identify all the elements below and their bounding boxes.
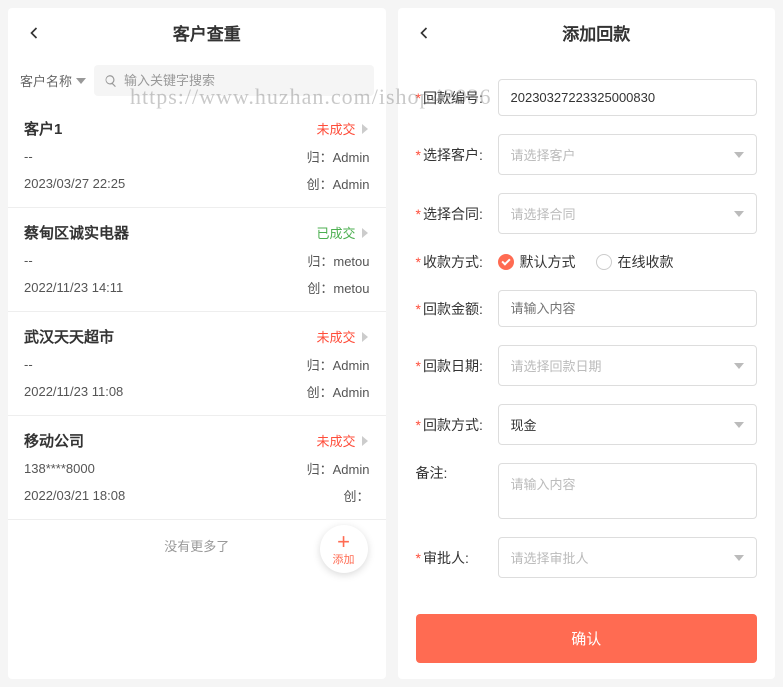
approver-label: 审批人: [416, 548, 488, 568]
customer-dedup-panel: 客户查重 客户名称 客户1 未成交 -- 归：Admin 2023/03/27 22:2… [8, 8, 386, 679]
chevron-down-icon [734, 420, 744, 430]
item-name: 蔡甸区诚实电器 [24, 222, 129, 243]
confirm-button[interactable]: 确认 [416, 614, 758, 663]
payment-number-input[interactable] [498, 79, 758, 116]
item-name: 武汉天天超市 [24, 326, 114, 347]
item-creator: 创： [343, 486, 369, 505]
paymethod-radio-group: 默认方式 在线收款 [498, 252, 758, 272]
add-button[interactable]: + 添加 [320, 525, 368, 573]
chevron-right-icon [360, 332, 370, 342]
chevron-down-icon [734, 361, 744, 371]
item-creator: 创：Admin [307, 382, 370, 401]
search-input[interactable] [124, 73, 363, 88]
paytype-value: 现金 [511, 415, 537, 434]
contract-select[interactable]: 请选择合同 [498, 193, 758, 234]
item-name: 客户1 [24, 118, 62, 139]
chevron-right-icon [360, 436, 370, 446]
radio-label: 在线收款 [618, 252, 674, 272]
amount-input[interactable] [498, 290, 758, 327]
item-creator: 创：metou [307, 278, 369, 297]
paytype-label: 回款方式: [416, 415, 488, 435]
date-label: 回款日期: [416, 356, 488, 376]
plus-icon: + [337, 531, 350, 553]
approver-placeholder: 请选择审批人 [511, 548, 589, 567]
remark-label: 备注: [416, 463, 488, 483]
item-owner: 归：Admin [307, 355, 370, 374]
filter-label: 客户名称 [20, 71, 72, 90]
radio-icon-checked [498, 254, 514, 270]
customer-placeholder: 请选择客户 [511, 145, 576, 164]
customer-label: 选择客户: [416, 145, 488, 165]
list-item[interactable]: 移动公司 未成交 138****8000 归：Admin 2022/03/21 18:0… [8, 416, 386, 520]
list-item[interactable]: 蔡甸区诚实电器 已成交 -- 归：metou 2022/11/23 14:11 创：met… [8, 208, 386, 312]
radio-label: 默认方式 [520, 252, 576, 272]
search-box[interactable] [94, 65, 373, 96]
customer-select[interactable]: 请选择客户 [498, 134, 758, 175]
number-label: 回款编号: [416, 88, 488, 108]
add-payment-panel: 添加回款 回款编号: 选择客户: 请选择客户 选择合同: 请选择合同 收款方式: [398, 8, 776, 679]
paytype-select[interactable]: 现金 [498, 404, 758, 445]
search-row: 客户名称 [8, 57, 386, 104]
status-badge: 已成交 [316, 223, 369, 242]
status-badge: 未成交 [316, 431, 369, 450]
radio-online[interactable]: 在线收款 [596, 252, 674, 272]
item-owner: 归：Admin [307, 147, 370, 166]
item-owner: 归：metou [307, 251, 369, 270]
item-creator: 创：Admin [307, 174, 370, 193]
item-time: 2023/03/27 22:25 [24, 176, 125, 191]
paymethod-label: 收款方式: [416, 252, 488, 272]
list-item[interactable]: 武汉天天超市 未成交 -- 归：Admin 2022/11/23 11:08 创：Admi… [8, 312, 386, 416]
item-phone: -- [24, 253, 33, 268]
item-time: 2022/11/23 14:11 [24, 280, 123, 295]
item-time: 2022/03/21 18:08 [24, 488, 125, 503]
list-item[interactable]: 客户1 未成交 -- 归：Admin 2023/03/27 22:25 创：Admin [8, 104, 386, 208]
remark-textarea[interactable] [498, 463, 758, 519]
chevron-right-icon [360, 124, 370, 134]
fab-label: 添加 [333, 551, 355, 567]
amount-label: 回款金额: [416, 299, 488, 319]
item-owner: 归：Admin [307, 459, 370, 478]
contract-placeholder: 请选择合同 [511, 204, 576, 223]
date-placeholder: 请选择回款日期 [511, 356, 602, 375]
contract-label: 选择合同: [416, 204, 488, 224]
back-icon[interactable] [414, 23, 434, 43]
radio-icon [596, 254, 612, 270]
chevron-down-icon [734, 209, 744, 219]
chevron-right-icon [360, 228, 370, 238]
item-phone: -- [24, 357, 33, 372]
item-phone: 138****8000 [24, 461, 95, 476]
search-icon [104, 74, 118, 88]
right-header: 添加回款 [398, 8, 776, 57]
item-phone: -- [24, 149, 33, 164]
approver-select[interactable]: 请选择审批人 [498, 537, 758, 578]
item-time: 2022/11/23 11:08 [24, 384, 123, 399]
left-header: 客户查重 [8, 8, 386, 57]
page-title: 添加回款 [434, 20, 760, 45]
chevron-down-icon [76, 76, 86, 86]
item-name: 移动公司 [24, 430, 84, 451]
status-badge: 未成交 [316, 327, 369, 346]
back-icon[interactable] [24, 23, 44, 43]
page-title: 客户查重 [44, 20, 370, 45]
chevron-down-icon [734, 553, 744, 563]
payment-form: 回款编号: 选择客户: 请选择客户 选择合同: 请选择合同 收款方式: 默认方式 [398, 57, 776, 602]
customer-list: 客户1 未成交 -- 归：Admin 2023/03/27 22:25 创：Admin 蔡甸… [8, 104, 386, 679]
chevron-down-icon [734, 150, 744, 160]
filter-dropdown[interactable]: 客户名称 [20, 71, 86, 90]
radio-default[interactable]: 默认方式 [498, 252, 576, 272]
status-badge: 未成交 [316, 119, 369, 138]
date-select[interactable]: 请选择回款日期 [498, 345, 758, 386]
